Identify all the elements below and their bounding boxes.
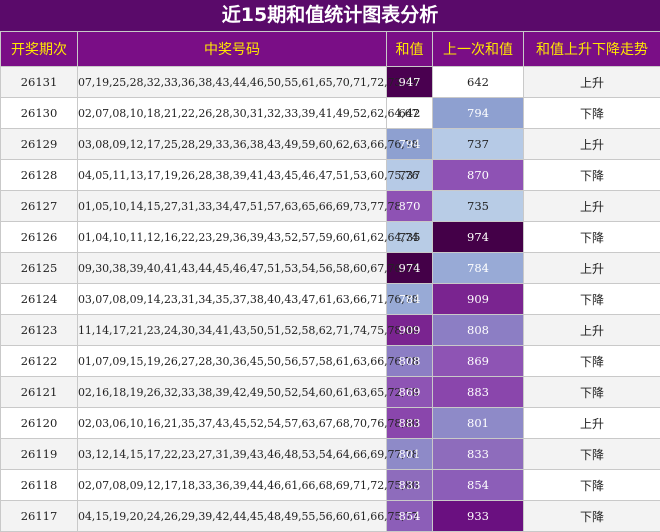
header-prev-sum: 上一次和值 [432, 31, 524, 67]
trend-cell: 上升 [523, 252, 660, 284]
numbers-cell: 11,14,17,21,23,24,30,34,41,43,50,51,52,5… [77, 314, 419, 346]
numbers-cell: 02,07,08,10,18,21,22,26,28,30,31,32,33,3… [77, 97, 419, 129]
page-title: 近15期和值统计图表分析 [0, 0, 660, 31]
trend-cell: 上升 [523, 128, 660, 160]
issue-cell: 26127 [0, 190, 78, 222]
header-sum: 和值 [386, 31, 433, 67]
numbers-cell: 02,07,08,09,12,17,18,33,36,39,44,46,61,6… [77, 469, 419, 501]
prev-sum-cell: 801 [432, 407, 524, 439]
prev-sum-cell: 870 [432, 159, 524, 191]
numbers-cell: 02,03,06,10,16,21,35,37,43,45,52,54,57,6… [77, 407, 419, 439]
numbers-cell: 02,16,18,19,26,32,33,38,39,42,49,50,52,5… [77, 376, 419, 408]
prev-sum-cell: 883 [432, 376, 524, 408]
issue-cell: 26131 [0, 66, 78, 98]
prev-sum-cell: 974 [432, 221, 524, 253]
trend-cell: 下降 [523, 376, 660, 408]
header-issue: 开奖期次 [0, 31, 78, 67]
issue-cell: 26129 [0, 128, 78, 160]
table-row: 26122 01,07,09,15,19,26,27,28,30,36,45,50… [0, 345, 660, 377]
table-row: 26118 02,07,08,09,12,17,18,33,36,39,44,46… [0, 469, 660, 501]
header-numbers: 中奖号码 [77, 31, 387, 67]
table-row: 26121 02,16,18,19,26,32,33,38,39,42,49,50… [0, 376, 660, 408]
numbers-cell: 01,04,10,11,12,16,22,23,29,36,39,43,52,5… [77, 221, 419, 253]
trend-cell: 下降 [523, 438, 660, 470]
issue-cell: 26118 [0, 469, 78, 501]
prev-sum-cell: 642 [432, 66, 524, 98]
issue-cell: 26130 [0, 97, 78, 129]
header-row: 开奖期次 中奖号码 和值 上一次和值 和值上升下降走势 [0, 31, 660, 67]
table-row: 26119 03,12,14,15,17,22,23,27,31,39,43,46… [0, 438, 660, 470]
numbers-cell: 01,05,10,14,15,27,31,33,34,47,51,57,63,6… [77, 190, 401, 222]
prev-sum-cell: 794 [432, 97, 524, 129]
trend-cell: 上升 [523, 190, 660, 222]
trend-cell: 下降 [523, 500, 660, 532]
issue-cell: 26121 [0, 376, 78, 408]
issue-cell: 26126 [0, 221, 78, 253]
trend-cell: 下降 [523, 97, 660, 129]
prev-sum-cell: 737 [432, 128, 524, 160]
header-trend: 和值上升下降走势 [523, 31, 660, 67]
numbers-cell: 03,07,08,09,14,23,31,34,35,37,38,40,43,4… [77, 283, 419, 315]
trend-cell: 下降 [523, 469, 660, 501]
table-row: 26120 02,03,06,10,16,21,35,37,43,45,52,54… [0, 407, 660, 439]
trend-cell: 下降 [523, 345, 660, 377]
prev-sum-cell: 854 [432, 469, 524, 501]
trend-cell: 下降 [523, 283, 660, 315]
issue-cell: 26123 [0, 314, 78, 346]
issue-cell: 26124 [0, 283, 78, 315]
table-row: 26129 03,08,09,12,17,25,28,29,33,36,38,43… [0, 128, 660, 160]
table-row: 26117 04,15,19,20,24,26,29,39,42,44,45,48… [0, 500, 660, 532]
prev-sum-cell: 833 [432, 438, 524, 470]
prev-sum-cell: 869 [432, 345, 524, 377]
trend-cell: 下降 [523, 159, 660, 191]
issue-cell: 26128 [0, 159, 78, 191]
prev-sum-cell: 933 [432, 500, 524, 532]
table-row: 26128 04,05,11,13,17,19,26,28,38,39,41,43… [0, 159, 660, 191]
issue-cell: 26122 [0, 345, 78, 377]
trend-cell: 下降 [523, 221, 660, 253]
numbers-cell: 04,15,19,20,24,26,29,39,42,44,45,48,49,5… [77, 500, 419, 532]
prev-sum-cell: 784 [432, 252, 524, 284]
numbers-cell: 03,12,14,15,17,22,23,27,31,39,43,46,48,5… [77, 438, 419, 470]
numbers-cell: 03,08,09,12,17,25,28,29,33,36,38,43,49,5… [77, 128, 419, 160]
trend-cell: 上升 [523, 407, 660, 439]
table-row: 26131 07,19,25,28,32,33,36,38,43,44,46,50… [0, 66, 660, 98]
table-row: 26126 01,04,10,11,12,16,22,23,29,36,39,43… [0, 221, 660, 253]
numbers-cell: 01,07,09,15,19,26,27,28,30,36,45,50,56,5… [77, 345, 419, 377]
chart-table-panel: 近15期和值统计图表分析 开奖期次 中奖号码 和值 上一次和值 和值上升下降走势… [0, 0, 660, 532]
issue-cell: 26119 [0, 438, 78, 470]
prev-sum-cell: 735 [432, 190, 524, 222]
trend-cell: 上升 [523, 314, 660, 346]
numbers-cell: 04,05,11,13,17,19,26,28,38,39,41,43,45,4… [77, 159, 419, 191]
issue-cell: 26117 [0, 500, 78, 532]
table-row: 26123 11,14,17,21,23,24,30,34,41,43,50,51… [0, 314, 660, 346]
numbers-cell: 07,19,25,28,32,33,36,38,43,44,46,50,55,6… [77, 66, 419, 98]
table-row: 26130 02,07,08,10,18,21,22,26,28,30,31,32… [0, 97, 660, 129]
table-row: 26124 03,07,08,09,14,23,31,34,35,37,38,40… [0, 283, 660, 315]
issue-cell: 26125 [0, 252, 78, 284]
numbers-cell: 09,30,38,39,40,41,43,44,45,46,47,51,53,5… [77, 252, 419, 284]
issue-cell: 26120 [0, 407, 78, 439]
prev-sum-cell: 808 [432, 314, 524, 346]
table-body: 26131 07,19,25,28,32,33,36,38,43,44,46,50… [0, 66, 660, 532]
table-row: 26127 01,05,10,14,15,27,31,33,34,47,51,57… [0, 190, 660, 222]
table-row: 26125 09,30,38,39,40,41,43,44,45,46,47,51… [0, 252, 660, 284]
prev-sum-cell: 909 [432, 283, 524, 315]
sum-table: 开奖期次 中奖号码 和值 上一次和值 和值上升下降走势 26131 07,19,2… [0, 31, 660, 532]
trend-cell: 上升 [523, 66, 660, 98]
